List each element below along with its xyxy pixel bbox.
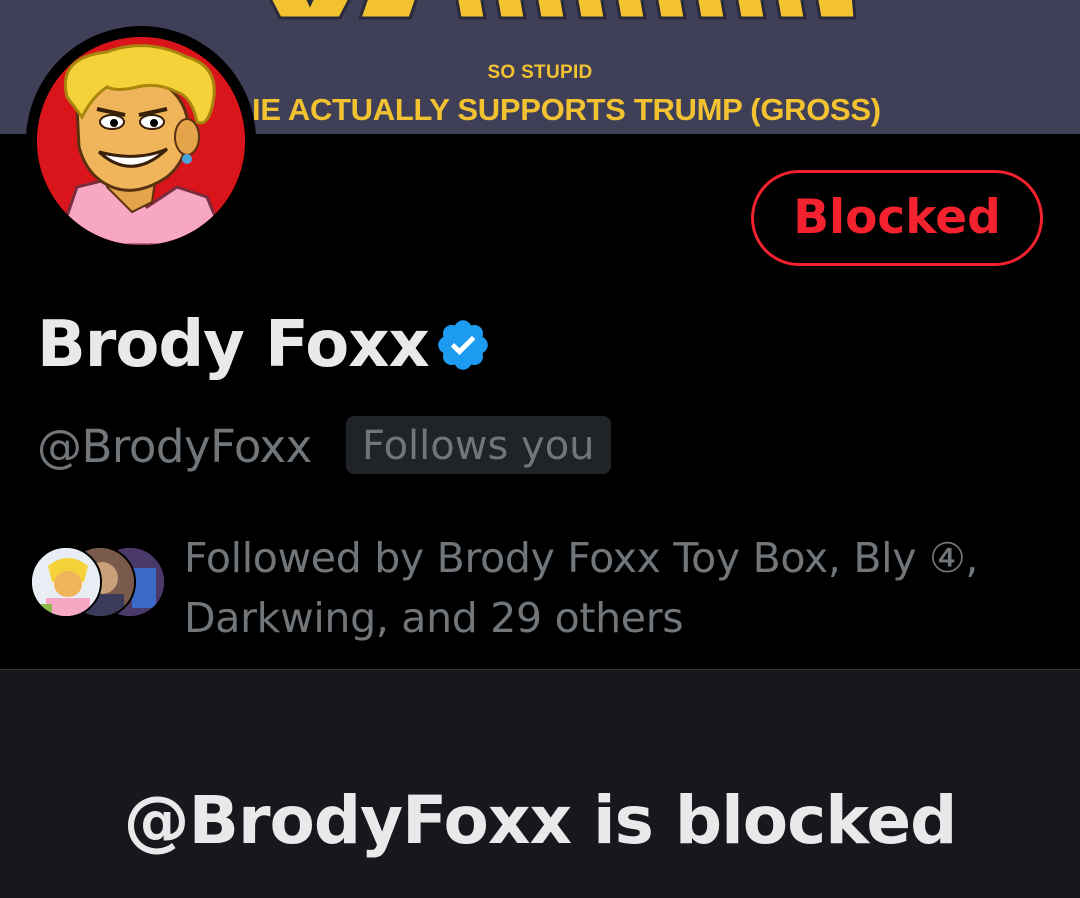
blocked-button[interactable]: Blocked — [751, 170, 1043, 266]
blocked-notice-title: @BrodyFoxx is blocked — [123, 782, 958, 859]
banner-logo-letters — [269, 0, 857, 20]
mutual-followers-avatars[interactable] — [30, 546, 170, 622]
mutual-avatar-1 — [30, 546, 102, 618]
follows-you-badge: Follows you — [346, 416, 611, 474]
profile-display-name: Brody Foxx — [37, 308, 430, 382]
verified-badge-icon[interactable] — [434, 316, 492, 374]
banner-caption-large: IE ACTUALLY SUPPORTS TRUMP (GROSS) — [252, 92, 881, 127]
cartoon-avatar — [37, 37, 245, 245]
avatar[interactable] — [37, 37, 245, 245]
followed-by-text[interactable]: Followed by Brody Foxx Toy Box, Bly ④, D… — [184, 528, 1044, 648]
profile-handle: @BrodyFoxx — [37, 420, 312, 473]
